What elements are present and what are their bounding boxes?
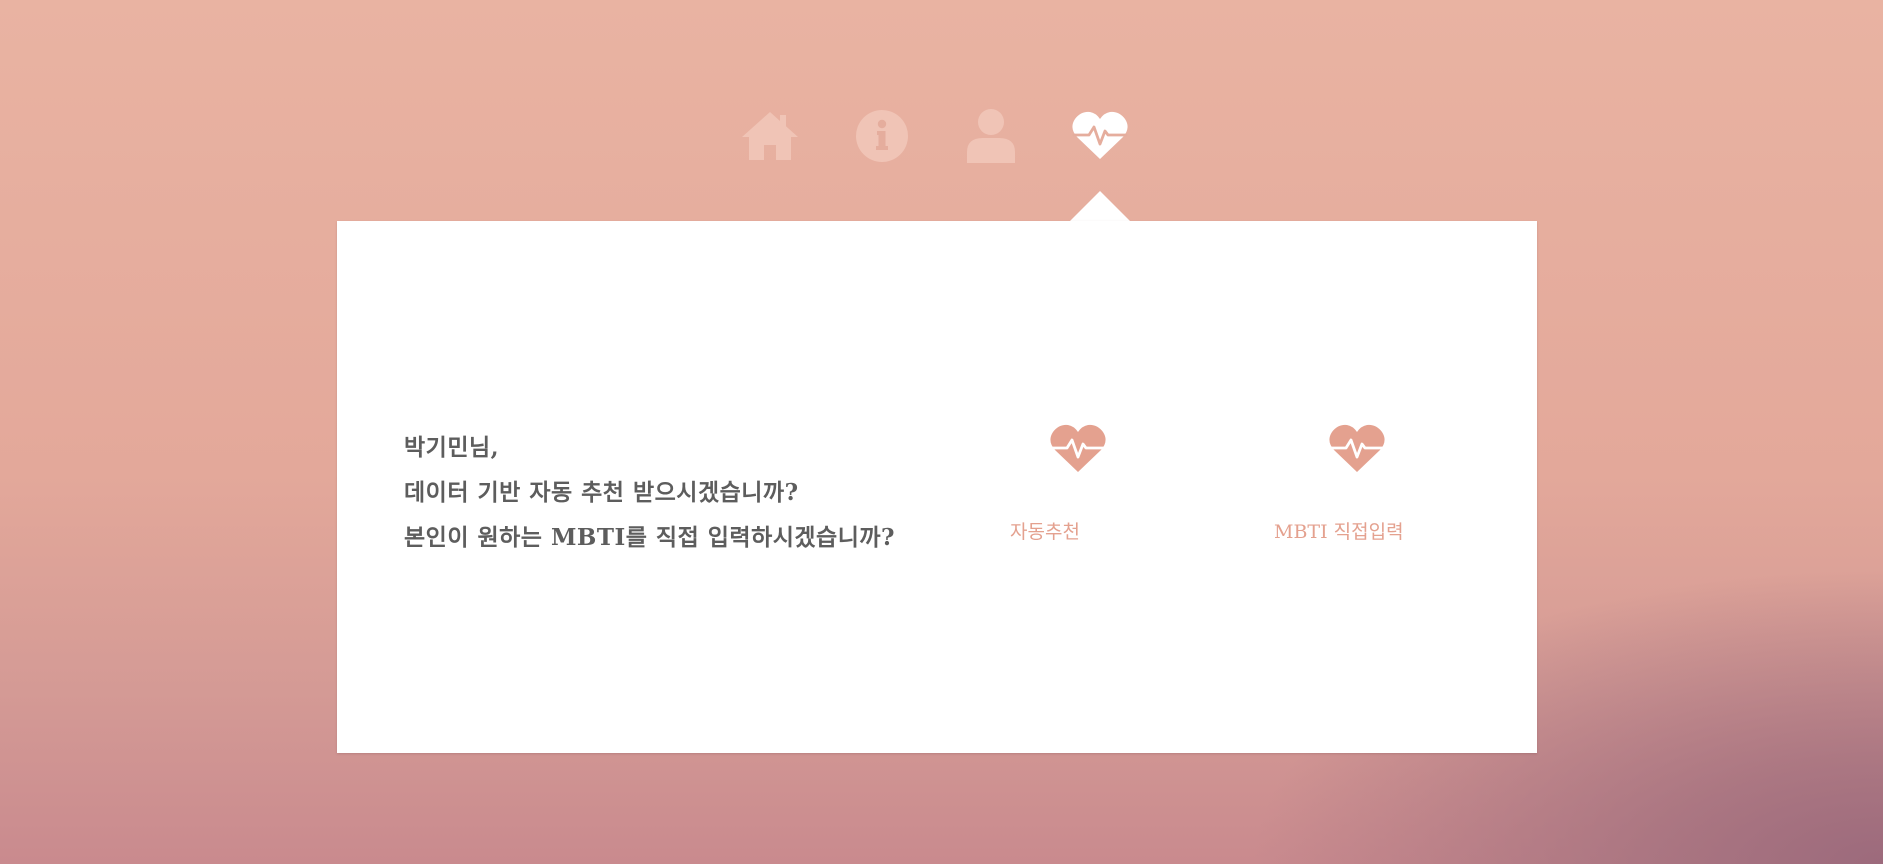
heartbeat-icon (1329, 424, 1385, 472)
heartbeat-icon (1050, 424, 1106, 472)
auto-recommend-question: 데이터 기반 자동 추천 받으시겠습니까? (404, 479, 799, 506)
greeting-text: 박기민님, (404, 434, 500, 461)
mbti-manual-input-button[interactable]: MBTI 직접입력 (1269, 424, 1469, 544)
recommendation-panel: 박기민님, 데이터 기반 자동 추천 받으시겠습니까? 본인이 원하는 MBTI… (337, 221, 1537, 753)
nav-info[interactable] (852, 108, 912, 164)
auto-recommend-button[interactable]: 자동추천 (987, 424, 1187, 544)
nav-user[interactable] (961, 108, 1021, 164)
home-icon (742, 112, 798, 160)
mbti-manual-input-label: MBTI 직접입력 (1274, 521, 1404, 543)
main-navigation (740, 108, 1140, 168)
manual-mbti-question: 본인이 원하는 MBTI를 직접 입력하시겠습니까? (404, 524, 895, 551)
nav-heartbeat[interactable] (1070, 108, 1130, 164)
recommendation-question: 박기민님, 데이터 기반 자동 추천 받으시겠습니까? 본인이 원하는 MBTI… (404, 425, 964, 560)
nav-home[interactable] (740, 108, 800, 164)
user-icon (967, 109, 1015, 163)
info-icon (856, 110, 908, 162)
active-tab-pointer (1069, 191, 1131, 222)
heartbeat-icon (1072, 111, 1128, 159)
auto-recommend-label: 자동추천 (1010, 521, 1080, 543)
